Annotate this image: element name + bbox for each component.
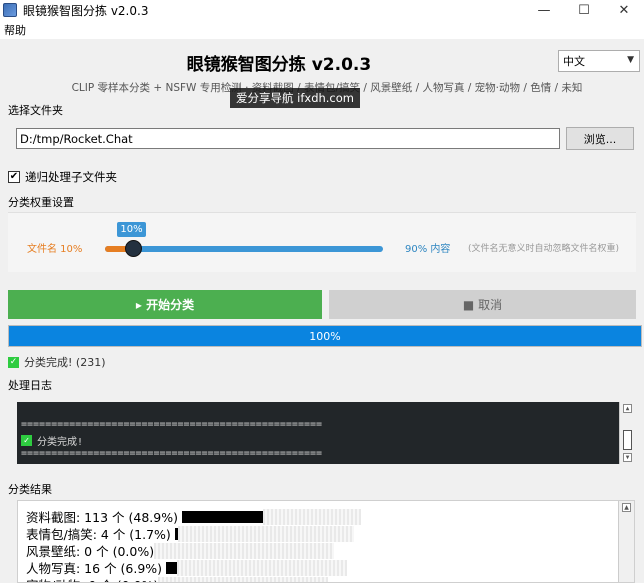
log-separator: ========================================…	[21, 448, 323, 459]
weights-label: 分类权重设置	[8, 196, 74, 209]
log-scrollbar[interactable]: ▲ ▼	[619, 402, 635, 464]
result-bar-track	[154, 542, 335, 559]
minimize-button[interactable]: —	[524, 0, 564, 20]
weight-slider[interactable]	[105, 240, 383, 257]
recursive-option[interactable]: ✔ 递归处理子文件夹	[8, 169, 117, 185]
scroll-thumb[interactable]	[623, 430, 632, 450]
progress-text: 100%	[309, 329, 341, 343]
title-bar: 眼镜猴智图分拣 v2.0.3 — ☐ ✕	[0, 0, 644, 20]
progress-bar: 100%	[8, 325, 642, 347]
result-bar-track	[262, 508, 361, 525]
result-bar-track	[177, 559, 348, 576]
log-done-text: 分类完成!	[37, 437, 84, 448]
app-icon	[3, 3, 17, 17]
check-icon: ✓	[8, 356, 19, 368]
chevron-down-icon: ▼	[627, 55, 634, 65]
start-button[interactable]: ▸ 开始分类	[8, 290, 322, 319]
slider-handle[interactable]	[124, 240, 142, 257]
maximize-button[interactable]: ☐	[564, 0, 604, 20]
recursive-label: 递归处理子文件夹	[25, 170, 117, 184]
slider-tooltip: 10%	[117, 222, 146, 237]
status-text: 分类完成! (231)	[24, 356, 106, 369]
menu-help[interactable]: 帮助	[4, 22, 26, 38]
result-bar-track	[177, 525, 354, 542]
results-label: 分类结果	[8, 483, 52, 496]
language-value: 中文	[563, 55, 585, 68]
results-panel[interactable]: 资料截图: 113 个 (48.9%) 表情包/搞笑: 4 个 (1.7%) 风…	[17, 500, 635, 583]
app-heading: 眼镜猴智图分拣 v2.0.3	[186, 55, 372, 75]
log-separator: ========================================…	[21, 419, 323, 430]
result-row: 宠物/动物: 0 个 (0.0%)	[26, 575, 329, 582]
scroll-up-icon[interactable]: ▲	[622, 503, 631, 512]
language-select[interactable]: 中文 ▼	[558, 50, 640, 72]
window-title: 眼镜猴智图分拣 v2.0.3	[23, 3, 149, 18]
log-label: 处理日志	[8, 379, 52, 392]
log-done-line: ✓ 分类完成!	[21, 433, 83, 448]
filename-weight-label: 文件名 10%	[27, 244, 83, 255]
weight-hint: (文件名无意义时自动忽略文件名权重)	[468, 244, 620, 254]
content-weight-label: 90% 内容	[405, 244, 451, 255]
watermark-overlay: 爱分享导航 ifxdh.com	[230, 88, 360, 108]
scroll-up-icon[interactable]: ▲	[623, 404, 632, 413]
folder-label: 选择文件夹	[8, 104, 63, 117]
close-button[interactable]: ✕	[604, 0, 644, 20]
log-console[interactable]: ========================================…	[17, 402, 635, 464]
cancel-button[interactable]: ■ 取消	[329, 290, 636, 319]
weights-panel: 文件名 10% 10% 90% 内容 (文件名无意义时自动忽略文件名权重)	[8, 212, 636, 272]
result-bar	[166, 561, 178, 574]
result-bar	[181, 510, 263, 523]
result-text: 宠物/动物: 0 个 (0.0%)	[26, 575, 158, 582]
check-icon: ✓	[21, 435, 32, 446]
folder-path-input[interactable]: D:/tmp/Rocket.Chat	[16, 128, 560, 149]
results-scrollbar[interactable]: ▲	[618, 501, 634, 582]
browse-button[interactable]: 浏览...	[566, 127, 634, 150]
status-line: ✓ 分类完成! (231)	[8, 354, 106, 370]
recursive-checkbox[interactable]: ✔	[8, 171, 20, 183]
scroll-down-icon[interactable]: ▼	[623, 453, 632, 462]
menu-bar: 帮助	[0, 20, 644, 39]
result-bar-track	[158, 576, 329, 582]
